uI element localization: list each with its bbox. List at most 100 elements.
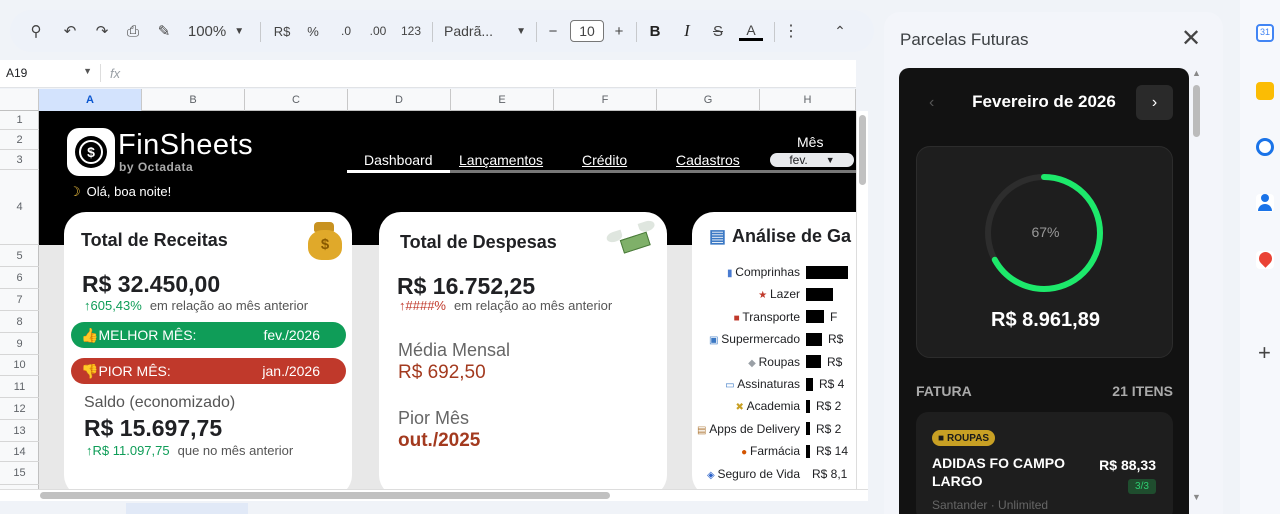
contacts-icon[interactable] [1256,194,1274,212]
panel-title: Parcelas Futuras [900,30,1029,49]
select-all-corner[interactable] [0,89,39,111]
scrollbar-thumb[interactable] [859,115,866,185]
row-header[interactable]: 11 [0,376,39,398]
parcela-item[interactable]: ■ ROUPAS ADIDAS FO CAMPO LARGO R$ 88,33 3… [916,412,1173,514]
row-header[interactable]: 2 [0,130,39,150]
redo-icon[interactable]: ↷ [92,18,112,44]
month-select[interactable]: fev. ▼ [770,153,854,167]
column-header-d[interactable]: D [348,89,451,111]
row-header[interactable]: 7 [0,289,39,311]
row-header[interactable]: 15 [0,462,39,485]
box-icon: ▤ [697,424,710,436]
column-header-b[interactable]: B [142,89,245,111]
column-header-a[interactable]: A [39,89,142,111]
analise-bar [806,422,810,436]
money-wings-icon [605,217,664,267]
analise-label: ★ Lazer [692,287,806,301]
analise-row: ▮ Comprinhas [692,262,856,282]
analise-title: ▤ Análise de Ga [709,226,851,247]
analise-label: ◆ Roupas [692,355,806,369]
italic-button[interactable]: I [678,18,696,44]
row-header[interactable]: 13 [0,420,39,442]
row-header[interactable]: 8 [0,311,39,333]
column-header-f[interactable]: F [554,89,657,111]
vertical-scrollbar[interactable] [856,111,868,489]
horizontal-scrollbar[interactable] [0,489,868,501]
keep-icon[interactable] [1256,82,1274,100]
moon-icon: ☽ [69,184,81,199]
increase-decimal-button[interactable]: .00 [366,18,390,44]
nav-cadastros[interactable]: Cadastros [676,152,740,168]
font-value: Padrã... [444,23,494,39]
fx-icon: fx [110,66,121,81]
active-sheet-tab[interactable] [126,503,248,514]
row-header[interactable]: 5 [0,245,39,267]
nav-credito[interactable]: Crédito [582,152,627,168]
tasks-icon[interactable] [1256,138,1274,156]
nav-underline [450,170,856,173]
name-box[interactable]: A19 ▼ [6,66,92,82]
text-color-button[interactable]: A [738,18,764,44]
scrollbar-thumb[interactable] [1193,85,1200,137]
bold-button[interactable]: B [646,18,664,44]
column-header-e[interactable]: E [451,89,554,111]
number-format-button[interactable]: 123 [398,18,424,44]
add-app-icon[interactable]: + [1258,340,1271,366]
row-header[interactable]: 4 [0,170,39,245]
maps-icon[interactable] [1255,249,1275,269]
row-header[interactable]: 14 [0,442,39,462]
scrollbar-thumb[interactable] [40,492,610,499]
row-header[interactable]: 12 [0,398,39,420]
worst-month-pill: 👎PIOR MÊS: jan./2026 [71,358,346,384]
scroll-down-icon[interactable]: ▼ [1192,492,1201,502]
best-month-pill: 👍MELHOR MÊS: fev./2026 [71,322,346,348]
paint-format-icon[interactable]: ✎ [154,18,174,44]
column-header-g[interactable]: G [657,89,760,111]
pill-icon: ● [741,447,750,459]
row-header[interactable]: 1 [0,111,39,130]
zoom-select[interactable]: 100% ▼ [186,18,246,44]
analise-row: ▭ Assinaturas R$ 4 [692,374,856,394]
column-header-c[interactable]: C [245,89,348,111]
more-vert-icon[interactable]: ⋮ [782,18,800,44]
strikethrough-button[interactable]: S [708,18,728,44]
row-header[interactable]: 6 [0,267,39,289]
analise-value: R$ 2 [816,421,842,436]
analise-value: R$ 14 [816,444,849,459]
nav-lancamentos[interactable]: Lançamentos [459,152,543,168]
analise-label: ● Farmácia [692,444,806,458]
font-select[interactable]: Padrã... ▼ [444,18,526,44]
chevron-down-icon: ▼ [825,155,835,165]
scroll-up-icon[interactable]: ▲ [1192,68,1201,78]
plus-icon[interactable]: + [610,18,628,44]
collapse-toolbar-icon[interactable]: ⌃ [830,18,850,44]
row-header[interactable]: 3 [0,150,39,170]
print-icon[interactable]: ⎙ [122,18,144,44]
analise-label-text: Farmácia [749,444,800,459]
row-header[interactable]: 9 [0,333,39,355]
greeting-text: Olá, boa noite! [86,184,172,199]
analise-value: R$ [827,354,843,369]
close-icon[interactable]: ✕ [1181,27,1201,51]
analise-value: R$ 4 [819,377,845,391]
calendar-icon[interactable]: 31 [1256,24,1274,42]
formula-bar [0,60,856,88]
saldo-change-value: R$ 11.097,75 [92,443,170,458]
sheet-tabs-bar [0,501,880,514]
analise-row: ◆ Roupas R$ [692,352,856,372]
screen-icon: ▭ [725,380,738,391]
minus-icon[interactable]: − [544,18,562,44]
currency-button[interactable]: R$ [270,18,294,44]
percent-button[interactable]: % [304,18,322,44]
panel-scrollbar[interactable]: ▲ ▼ [1189,68,1205,514]
nav-dashboard[interactable]: Dashboard [364,152,433,168]
column-header-h[interactable]: H [760,89,856,111]
decrease-decimal-button[interactable]: .0 [334,18,358,44]
font-size-input[interactable]: 10 [570,20,604,42]
next-month-button[interactable]: › [1136,85,1173,120]
search-icon[interactable]: ⚲ [26,18,46,44]
analise-label: ▮ Comprinhas [692,265,806,279]
analise-row: ◈ Seguro de Vida R$ 8,1 [692,464,856,484]
row-header[interactable]: 10 [0,355,39,376]
undo-icon[interactable]: ↶ [60,18,80,44]
